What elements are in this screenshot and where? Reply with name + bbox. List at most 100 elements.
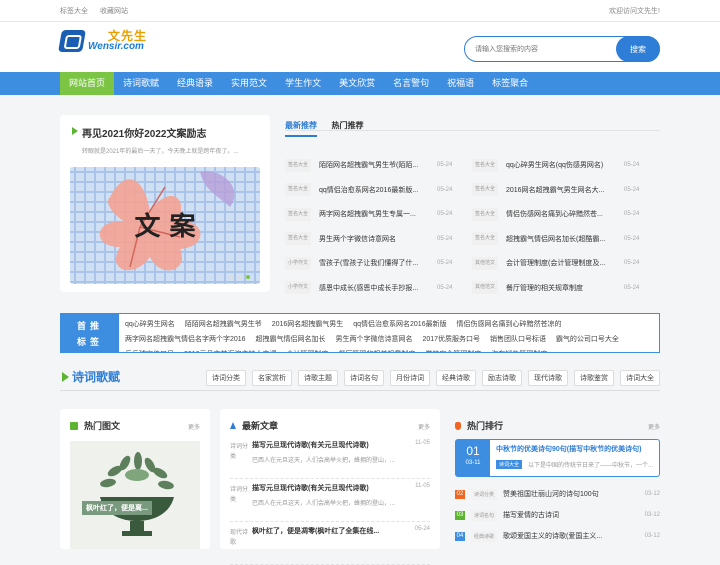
article-title[interactable]: 陌陌网名超拽霸气男生爷(陌陌... — [319, 160, 427, 170]
article-title[interactable]: 男生两个字微信诗意网名 — [319, 234, 427, 244]
article-title[interactable]: qq心碎男生网名(qq伤感男网名) — [506, 160, 614, 170]
recommended-link[interactable]: 超拽霸气情侣网名加长 — [256, 336, 326, 343]
article-item[interactable]: 签名大全 qq心碎男生网名(qq伤感男网名) 05-24 — [472, 158, 659, 172]
section-tag[interactable]: 诗词分类 — [206, 370, 246, 386]
photo-image[interactable]: 枫叶红了，便是离... — [70, 441, 200, 549]
carousel-dot[interactable] — [238, 275, 242, 279]
recommended-link[interactable]: 2016网名超拽霸气男生 — [272, 321, 344, 328]
carousel-dot[interactable] — [230, 275, 234, 279]
hot-top-title[interactable]: 中秋节的优美诗句90句(描写中秋节的优美诗句) — [496, 444, 641, 454]
search-button[interactable]: 搜索 — [616, 36, 660, 62]
hot-more-link[interactable]: 更多 — [648, 422, 660, 431]
article-title[interactable]: 2016网名超拽霸气男生网名大... — [506, 185, 614, 195]
article-tag[interactable]: 签名大全 — [472, 183, 498, 197]
recommended-link[interactable]: 陌陌网名超拽霸气男生爷 — [185, 321, 262, 328]
recommended-link[interactable]: 乒乓球宣传口号 — [125, 351, 174, 352]
recommended-link[interactable]: 会计管理制度 — [286, 351, 328, 352]
hot-item-top[interactable]: 01 03-11 中秋节的优美诗句90句(描写中秋节的优美诗句) 诗词大全 以下… — [455, 439, 660, 477]
article-item[interactable]: 签名大全 超拽霸气情侣网名加长(超酷霸... 05-24 — [472, 232, 659, 246]
article-item[interactable]: 其他范文 会计管理制度(会计管理制度及... 05-24 — [472, 256, 659, 270]
carousel-dot-active[interactable] — [246, 275, 250, 279]
section-tag[interactable]: 月份诗词 — [390, 370, 430, 386]
article-tag[interactable]: 签名大全 — [472, 207, 498, 221]
recommended-link[interactable]: 2017优质服务口号 — [422, 336, 480, 343]
article-tag[interactable]: 小学作文 — [285, 281, 311, 295]
article-item[interactable]: 其他范文 餐厅管理的相关规章制度 05-24 — [472, 281, 659, 295]
recommended-link[interactable]: 两字网名超拽霸气情侣名字两个字2016 — [125, 336, 246, 343]
news-kind[interactable]: 诗词分类 — [230, 442, 248, 462]
nav-item-essays[interactable]: 实用范文 — [222, 72, 276, 95]
hot-title[interactable]: 赞美祖国壮丽山河的诗句100句 — [503, 489, 645, 499]
article-title[interactable]: 两字网名超拽霸气男生专属一... — [319, 209, 427, 219]
recommended-link[interactable]: 餐厅管理的相关规章制度 — [338, 351, 415, 352]
nav-item-compositions[interactable]: 学生作文 — [276, 72, 330, 95]
nav-item-poetry[interactable]: 诗词歌赋 — [114, 72, 168, 95]
article-title[interactable]: 会计管理制度(会计管理制度及... — [506, 258, 614, 268]
article-item[interactable]: 签名大全 情侣伤感网名痛到心碎黯然苍... 05-24 — [472, 207, 659, 221]
section-tag[interactable]: 现代诗歌 — [528, 370, 568, 386]
article-tag[interactable]: 其他范文 — [472, 281, 498, 295]
news-title[interactable]: 描写元旦现代诗歌(有关元旦现代诗歌) — [252, 440, 402, 450]
photo-more-link[interactable]: 更多 — [188, 422, 200, 431]
tab-hot[interactable]: 热门推荐 — [331, 120, 363, 135]
hot-item[interactable]: 03 诗词名句 描写爱情的古诗词 03-12 — [455, 506, 660, 524]
article-item[interactable]: 小学作文 感恩中成长(感恩中成长手抄报... 05-24 — [285, 281, 472, 295]
article-item[interactable]: 签名大全 2016网名超拽霸气男生网名大... 05-24 — [472, 183, 659, 197]
nav-item-sayings[interactable]: 名言警句 — [384, 72, 438, 95]
section-tag[interactable]: 诗词大全 — [620, 370, 660, 386]
nav-item-home[interactable]: 网站首页 — [60, 72, 115, 95]
nav-item-quotes[interactable]: 经典语录 — [168, 72, 222, 95]
tags-link[interactable]: 标签大全 — [60, 8, 88, 15]
news-title[interactable]: 描写元旦现代诗歌(有关元旦现代诗歌) — [252, 483, 402, 493]
section-tag[interactable]: 名家赏析 — [252, 370, 292, 386]
hot-item[interactable]: 02 诗词分类 赞美祖国壮丽山河的诗句100句 03-12 — [455, 485, 660, 503]
recommended-link[interactable]: 情侣伤感网名痛到心碎黯然苍凉的 — [457, 321, 562, 328]
recommended-link[interactable]: qq心碎男生网名 — [125, 321, 175, 328]
featured-image[interactable]: 文 案 — [70, 167, 260, 284]
article-title[interactable]: 感恩中成长(感恩中成长手抄报... — [319, 283, 427, 293]
article-tag[interactable]: 签名大全 — [472, 232, 498, 246]
hot-top-tag[interactable]: 诗词大全 — [496, 460, 523, 469]
article-tag[interactable]: 签名大全 — [285, 207, 311, 221]
section-tag[interactable]: 励志诗歌 — [482, 370, 522, 386]
article-tag[interactable]: 签名大全 — [285, 232, 311, 246]
news-kind[interactable]: 现代诗歌 — [230, 528, 248, 548]
bookmark-link[interactable]: 收藏网站 — [100, 8, 128, 15]
hot-title[interactable]: 描写爱情的古诗词 — [503, 510, 645, 520]
featured-title[interactable]: 再见2021你好2022文案励志 — [70, 125, 260, 140]
section-tag[interactable]: 诗歌主题 — [298, 370, 338, 386]
latest-more-link[interactable]: 更多 — [418, 422, 430, 431]
article-item[interactable]: 签名大全 男生两个字微信诗意网名 05-24 — [285, 232, 472, 246]
recommended-link[interactable]: 霸气的公司口号大全 — [556, 336, 619, 343]
article-tag[interactable]: 其他范文 — [472, 256, 498, 270]
recommended-link[interactable]: 2016元旦文艺汇演主持人串词 — [184, 351, 277, 352]
section-tag[interactable]: 经典诗歌 — [436, 370, 476, 386]
article-title[interactable]: qq情侣治愈系网名2016最新版... — [319, 185, 427, 195]
section-tag[interactable]: 诗歌鉴赏 — [574, 370, 614, 386]
site-logo[interactable]: 文先生 Wensir.com — [58, 30, 147, 52]
article-title[interactable]: 超拽霸气情侣网名加长(超酷霸... — [506, 234, 614, 244]
news-title[interactable]: 枫叶红了，便是凋零(枫叶红了全集在线... — [252, 526, 402, 536]
section-tag[interactable]: 诗词名句 — [344, 370, 384, 386]
news-item[interactable]: 诗词分类 描写元旦现代诗歌(有关元旦现代诗歌) 11-05 巴西人在元旦这天，人们会高… — [230, 437, 430, 479]
hot-item[interactable]: 04 经典诗歌 歌颂爱国主义的诗歌(爱国主义... 03-12 — [455, 527, 660, 545]
news-kind[interactable]: 诗词分类 — [230, 485, 248, 505]
recommended-link[interactable]: 销售团队口号标语 — [490, 336, 546, 343]
article-item[interactable]: 签名大全 qq情侣治愈系网名2016最新版... 05-24 — [285, 183, 472, 197]
hot-tag[interactable]: 诗词分类 — [471, 488, 498, 500]
article-title[interactable]: 餐厅管理的相关规章制度 — [506, 283, 614, 293]
nav-item-blessings[interactable]: 祝福语 — [438, 72, 483, 95]
article-tag[interactable]: 签名大全 — [472, 158, 498, 172]
article-tag[interactable]: 签名大全 — [285, 158, 311, 172]
article-title[interactable]: 情侣伤感网名痛到心碎黯然苍... — [506, 209, 614, 219]
nav-item-tags[interactable]: 标签聚合 — [483, 72, 537, 95]
article-tag[interactable]: 小学作文 — [285, 256, 311, 270]
section-title[interactable]: 诗词歌赋 — [60, 367, 120, 387]
recommended-link[interactable]: 汽车销售管理制度 — [491, 351, 547, 352]
hot-tag[interactable]: 诗词名句 — [471, 509, 498, 521]
article-item[interactable]: 签名大全 陌陌网名超拽霸气男生爷(陌陌... 05-24 — [285, 158, 472, 172]
recommended-link[interactable]: 男生两个字微信诗意网名 — [335, 336, 412, 343]
nav-item-prose[interactable]: 美文欣赏 — [330, 72, 384, 95]
search-input[interactable] — [465, 37, 605, 61]
recommended-link[interactable]: 学校安全管理制度 — [425, 351, 481, 352]
